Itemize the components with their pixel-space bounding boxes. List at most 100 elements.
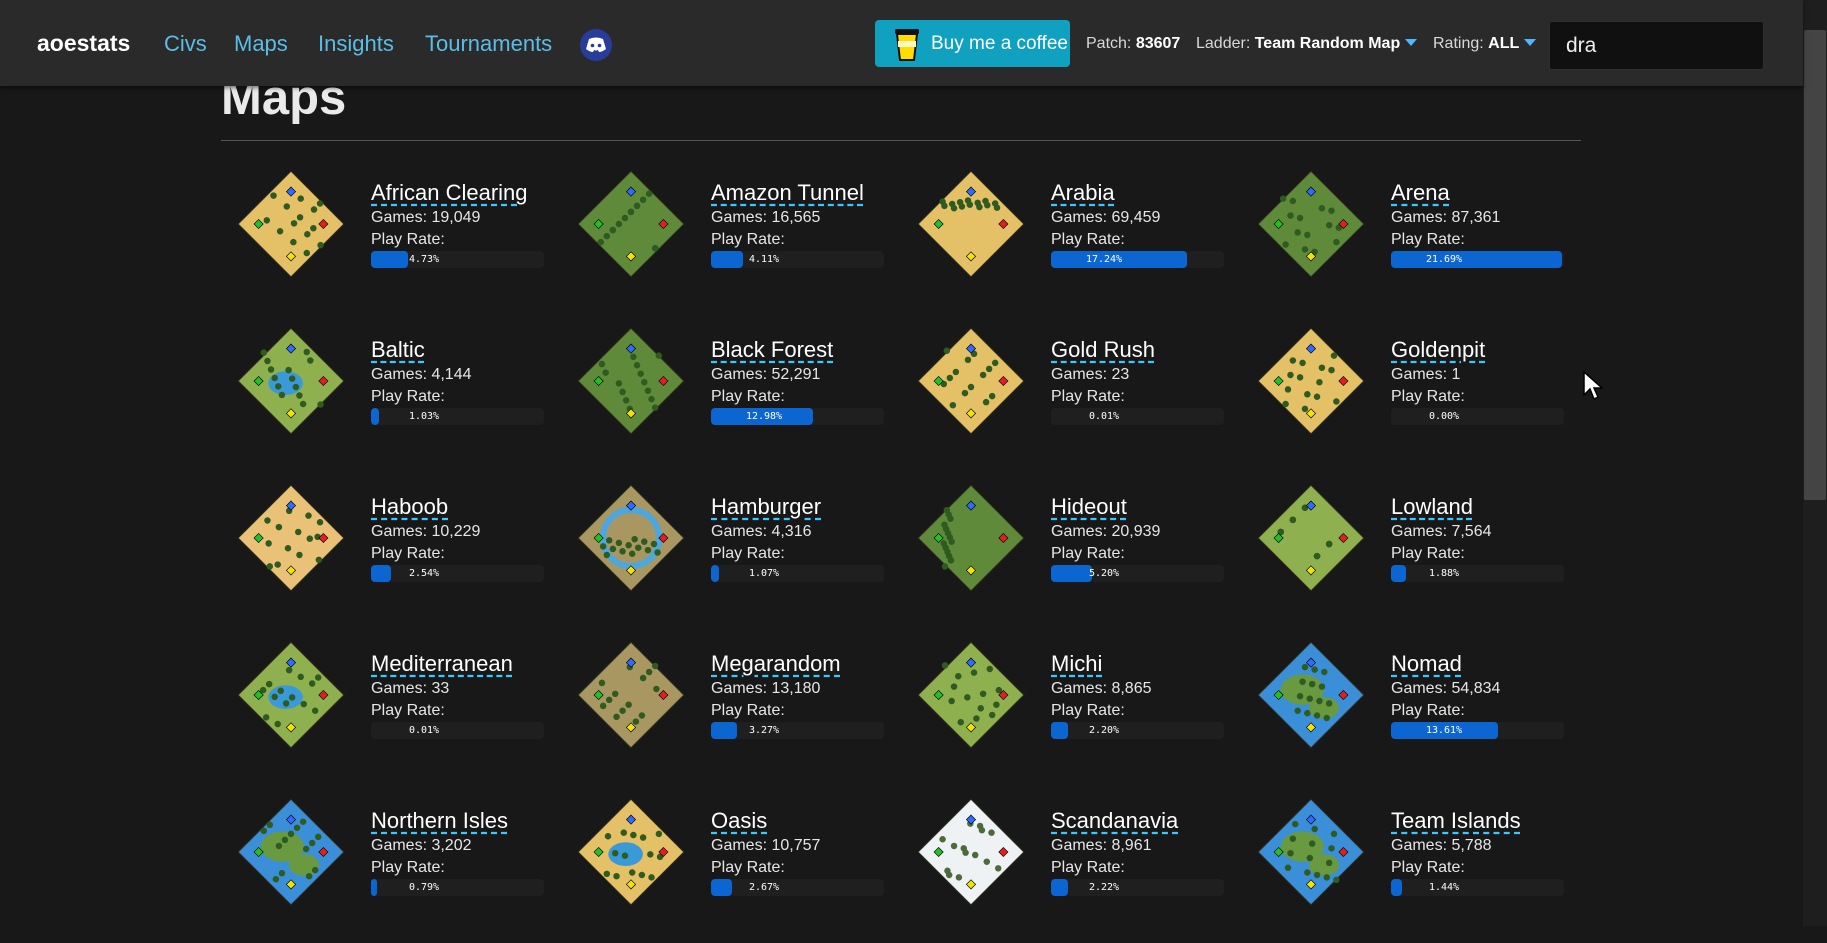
play-rate-value: 4.73% bbox=[408, 254, 440, 265]
map-name-link[interactable]: Nomad bbox=[1391, 651, 1462, 677]
map-name-link[interactable]: Arena bbox=[1391, 180, 1450, 206]
map-thumbnail[interactable] bbox=[237, 484, 345, 592]
play-rate-label: Play Rate: bbox=[1051, 388, 1125, 405]
ladder-dropdown[interactable]: Ladder: Team Random Map bbox=[1196, 35, 1418, 53]
play-rate-bar: 13.61% bbox=[1391, 722, 1564, 739]
map-games-count: Games: 13,180 bbox=[711, 680, 821, 697]
play-rate-value: 1.07% bbox=[748, 568, 780, 579]
play-rate-bar: 1.07% bbox=[711, 565, 884, 582]
map-card: Oasis Games: 10,757 Play Rate: 2.67% bbox=[561, 786, 901, 943]
map-name-link[interactable]: Hamburger bbox=[711, 494, 821, 520]
map-games-count: Games: 3,202 bbox=[371, 837, 472, 854]
map-thumbnail[interactable] bbox=[1257, 327, 1365, 435]
play-rate-bar: 0.01% bbox=[1051, 408, 1224, 425]
map-thumbnail[interactable] bbox=[237, 327, 345, 435]
play-rate-label: Play Rate: bbox=[1051, 702, 1125, 719]
map-thumbnail[interactable] bbox=[237, 641, 345, 749]
map-name-link[interactable]: Scandanavia bbox=[1051, 808, 1178, 834]
map-thumbnail[interactable] bbox=[577, 170, 685, 278]
map-name-link[interactable]: Northern Isles bbox=[371, 808, 508, 834]
play-rate-label: Play Rate: bbox=[1051, 545, 1125, 562]
map-games-count: Games: 19,049 bbox=[371, 209, 481, 226]
rating-value: ALL bbox=[1488, 35, 1520, 52]
map-games-count: Games: 23 bbox=[1051, 366, 1130, 383]
play-rate-value: 0.00% bbox=[1428, 411, 1460, 422]
play-rate-value: 0.01% bbox=[1088, 411, 1120, 422]
play-rate-value: 2.22% bbox=[1088, 882, 1120, 893]
map-card: Goldenpit Games: 1 Play Rate: 0.00% bbox=[1241, 315, 1581, 472]
map-thumbnail[interactable] bbox=[237, 798, 345, 906]
map-name-link[interactable]: Oasis bbox=[711, 808, 767, 834]
map-name-link[interactable]: Black Forest bbox=[711, 337, 833, 363]
map-thumbnail[interactable] bbox=[917, 170, 1025, 278]
map-name-link[interactable]: Arabia bbox=[1051, 180, 1115, 206]
play-rate-value: 4.11% bbox=[748, 254, 780, 265]
map-name-link[interactable]: Haboob bbox=[371, 494, 448, 520]
map-games-count: Games: 7,564 bbox=[1391, 523, 1492, 540]
nav-link-insights[interactable]: Insights bbox=[318, 31, 394, 57]
play-rate-bar: 2.22% bbox=[1051, 879, 1224, 896]
map-thumbnail[interactable] bbox=[577, 641, 685, 749]
play-rate-label: Play Rate: bbox=[371, 545, 445, 562]
map-name-link[interactable]: Megarandom bbox=[711, 651, 841, 677]
map-thumbnail[interactable] bbox=[577, 327, 685, 435]
map-thumbnail[interactable] bbox=[237, 170, 345, 278]
map-thumbnail[interactable] bbox=[917, 327, 1025, 435]
map-name-link[interactable]: Mediterranean bbox=[371, 651, 513, 677]
ladder-value: Team Random Map bbox=[1254, 35, 1401, 52]
map-card: Northern Isles Games: 3,202 Play Rate: 0.79… bbox=[221, 786, 561, 943]
map-thumbnail[interactable] bbox=[917, 798, 1025, 906]
map-thumbnail[interactable] bbox=[577, 798, 685, 906]
map-name-link[interactable]: Team Islands bbox=[1391, 808, 1521, 834]
play-rate-label: Play Rate: bbox=[1391, 859, 1465, 876]
rating-dropdown[interactable]: Rating: ALL bbox=[1433, 35, 1537, 53]
map-name-link[interactable]: Michi bbox=[1051, 651, 1102, 677]
play-rate-bar: 0.01% bbox=[371, 722, 544, 739]
map-games-count: Games: 4,316 bbox=[711, 523, 812, 540]
map-games-count: Games: 4,144 bbox=[371, 366, 472, 383]
map-thumbnail[interactable] bbox=[1257, 641, 1365, 749]
map-name-link[interactable]: Gold Rush bbox=[1051, 337, 1155, 363]
map-thumbnail[interactable] bbox=[1257, 484, 1365, 592]
map-card: Arena Games: 87,361 Play Rate: 21.69% bbox=[1241, 158, 1581, 315]
search-input[interactable] bbox=[1549, 21, 1764, 70]
chevron-down-icon bbox=[1405, 39, 1418, 46]
map-name-link[interactable]: Goldenpit bbox=[1391, 337, 1485, 363]
play-rate-label: Play Rate: bbox=[711, 545, 785, 562]
map-card: Amazon Tunnel Games: 16,565 Play Rate: 4.11… bbox=[561, 158, 901, 315]
buy-coffee-button[interactable]: Buy me a coffee bbox=[875, 20, 1070, 67]
map-card: Mediterranean Games: 33 Play Rate: 0.01% bbox=[221, 629, 561, 786]
discord-icon[interactable] bbox=[580, 29, 612, 61]
map-games-count: Games: 1 bbox=[1391, 366, 1461, 383]
map-games-count: Games: 8,961 bbox=[1051, 837, 1152, 854]
map-card: Hideout Games: 20,939 Play Rate: 5.20% bbox=[901, 472, 1241, 629]
map-games-count: Games: 87,361 bbox=[1391, 209, 1501, 226]
brand-logo[interactable]: aoestats bbox=[37, 30, 130, 57]
map-name-link[interactable]: Baltic bbox=[371, 337, 425, 363]
coffee-cup-icon bbox=[895, 28, 919, 61]
play-rate-value: 13.61% bbox=[1425, 725, 1463, 736]
play-rate-label: Play Rate: bbox=[371, 859, 445, 876]
map-thumbnail[interactable] bbox=[1257, 170, 1365, 278]
play-rate-bar: 5.20% bbox=[1051, 565, 1224, 582]
map-thumbnail[interactable] bbox=[577, 484, 685, 592]
nav-link-civs[interactable]: Civs bbox=[164, 31, 207, 57]
play-rate-value: 2.54% bbox=[408, 568, 440, 579]
map-card: Lowland Games: 7,564 Play Rate: 1.88% bbox=[1241, 472, 1581, 629]
map-name-link[interactable]: Amazon Tunnel bbox=[711, 180, 864, 206]
map-card: Scandanavia Games: 8,961 Play Rate: 2.22% bbox=[901, 786, 1241, 943]
scrollbar-thumb[interactable] bbox=[1804, 30, 1826, 500]
map-thumbnail[interactable] bbox=[1257, 798, 1365, 906]
play-rate-label: Play Rate: bbox=[371, 231, 445, 248]
play-rate-label: Play Rate: bbox=[371, 388, 445, 405]
nav-link-maps[interactable]: Maps bbox=[234, 31, 288, 57]
play-rate-bar: 0.00% bbox=[1391, 408, 1564, 425]
play-rate-value: 1.44% bbox=[1428, 882, 1460, 893]
map-name-link[interactable]: African Clearing bbox=[371, 180, 528, 206]
map-name-link[interactable]: Hideout bbox=[1051, 494, 1127, 520]
play-rate-bar: 0.79% bbox=[371, 879, 544, 896]
map-name-link[interactable]: Lowland bbox=[1391, 494, 1473, 520]
map-thumbnail[interactable] bbox=[917, 641, 1025, 749]
nav-link-tournaments[interactable]: Tournaments bbox=[425, 31, 552, 57]
map-thumbnail[interactable] bbox=[917, 484, 1025, 592]
